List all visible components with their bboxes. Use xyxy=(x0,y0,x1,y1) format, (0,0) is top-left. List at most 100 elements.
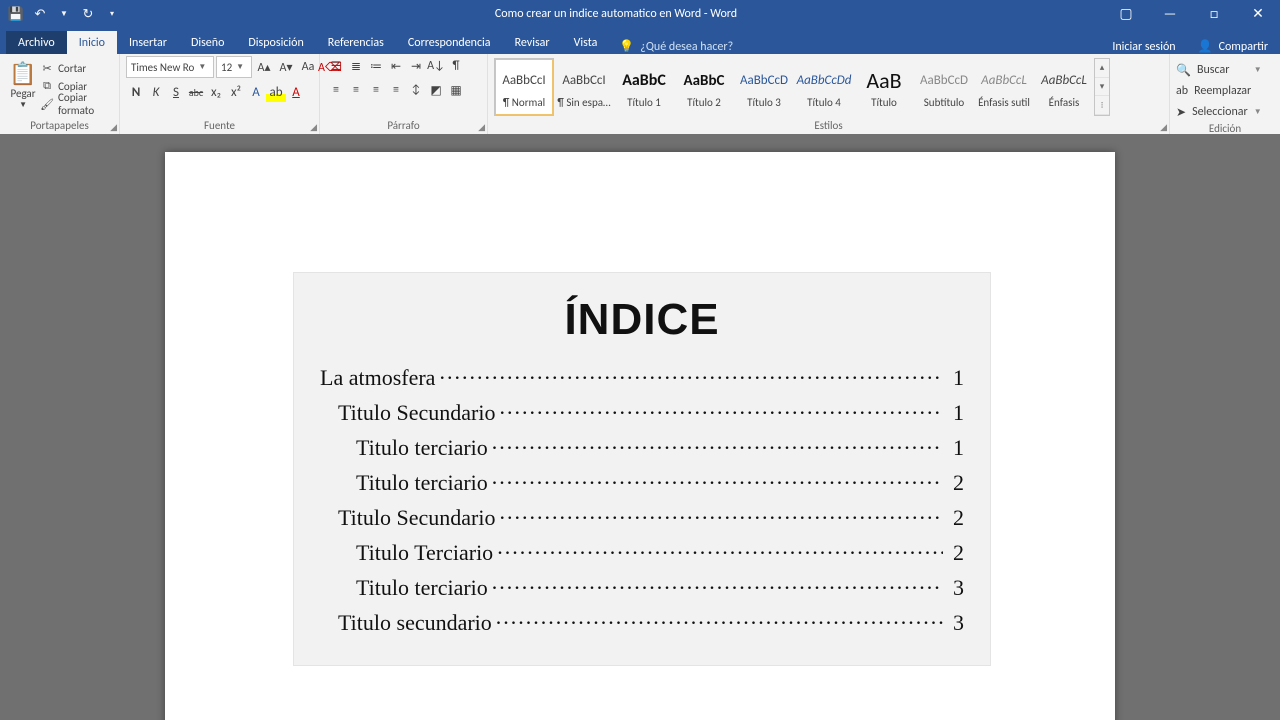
sort-button[interactable]: A↓ xyxy=(426,56,446,76)
style--nfasis[interactable]: AaBbCcLÉnfasis xyxy=(1034,58,1094,116)
italic-button[interactable]: K xyxy=(146,82,166,102)
toc-leader xyxy=(492,437,943,455)
style-label: ¶ Normal xyxy=(503,96,545,109)
superscript-button[interactable]: x² xyxy=(226,82,246,102)
justify-button[interactable]: ≡ xyxy=(386,80,406,100)
toc-entry[interactable]: Titulo terciario 3 xyxy=(320,575,964,601)
font-name-combo[interactable]: Times New Ro▼ xyxy=(126,56,214,78)
align-left-button[interactable]: ≡ xyxy=(326,80,346,100)
toc-entry[interactable]: Titulo Terciario2 xyxy=(320,540,964,566)
tab-insertar[interactable]: Insertar xyxy=(117,31,179,54)
toc-entry-text: Titulo Secundario xyxy=(338,505,495,531)
maximize-button[interactable]: □ xyxy=(1192,0,1236,28)
styles-dialog-launcher[interactable]: ◢ xyxy=(1160,122,1167,133)
multilevel-button[interactable]: ≔ xyxy=(366,56,386,76)
toc-entry-page: 3 xyxy=(947,575,964,601)
styles-more-button[interactable]: ▴▾⁝ xyxy=(1094,58,1110,116)
tab-diseño[interactable]: Diseño xyxy=(179,31,236,54)
qat-customize-icon[interactable]: ▾ xyxy=(104,6,120,22)
paste-button[interactable]: 📋 Pegar ▼ xyxy=(6,56,40,110)
style--normal[interactable]: AaBbCcI¶ Normal xyxy=(494,58,554,116)
line-spacing-button[interactable]: ↕ xyxy=(406,80,426,100)
toc-entry-page: 1 xyxy=(947,365,964,391)
scissors-icon: ✂ xyxy=(40,62,54,75)
toc-entry-text: Titulo terciario xyxy=(356,575,488,601)
font-dialog-launcher[interactable]: ◢ xyxy=(310,122,317,133)
find-button[interactable]: 🔍Buscar▼ xyxy=(1176,61,1262,79)
bullets-button[interactable]: ☰ xyxy=(326,56,346,76)
toc-field[interactable]: ÍNDICE La atmosfera1Titulo Secundario1Ti… xyxy=(293,272,991,666)
style-t-tulo[interactable]: AaBTítulo xyxy=(854,58,914,116)
save-icon[interactable]: 💾 xyxy=(8,6,24,22)
lightbulb-icon: 💡 xyxy=(619,39,634,54)
tab-disposición[interactable]: Disposición xyxy=(236,31,315,54)
style-label: ¶ Sin espa… xyxy=(557,96,610,109)
styles-gallery[interactable]: AaBbCcI¶ NormalAaBbCcI¶ Sin espa…AaBbCTí… xyxy=(494,56,1094,116)
shading-button[interactable]: ◩ xyxy=(426,80,446,100)
format-painter-button[interactable]: 🖌Copiar formato xyxy=(40,96,113,112)
decrease-indent-button[interactable]: ⇤ xyxy=(386,56,406,76)
tab-file[interactable]: Archivo xyxy=(6,31,67,54)
paragraph-dialog-launcher[interactable]: ◢ xyxy=(478,122,485,133)
strike-button[interactable]: abc xyxy=(186,82,206,102)
font-size-combo[interactable]: 12▼ xyxy=(216,56,252,78)
subscript-button[interactable]: x₂ xyxy=(206,82,226,102)
style--sin-espa-[interactable]: AaBbCcI¶ Sin espa… xyxy=(554,58,614,116)
align-right-button[interactable]: ≡ xyxy=(366,80,386,100)
toc-entry[interactable]: Titulo terciario2 xyxy=(320,470,964,496)
style--nfasis-sutil[interactable]: AaBbCcLÉnfasis sutil xyxy=(974,58,1034,116)
clipboard-dialog-launcher[interactable]: ◢ xyxy=(110,122,117,133)
share-button[interactable]: 👤 Compartir xyxy=(1186,39,1280,54)
font-color-button[interactable]: A xyxy=(286,82,306,102)
borders-button[interactable]: ▦ xyxy=(446,80,466,100)
text-effects-button[interactable]: A xyxy=(246,82,266,102)
tell-me-search[interactable]: 💡 ¿Qué desea hacer? xyxy=(609,39,743,54)
shrink-font-button[interactable]: A▾ xyxy=(276,57,296,77)
change-case-button[interactable]: Aa xyxy=(298,57,318,77)
cursor-icon: ➤ xyxy=(1176,105,1186,120)
tab-vista[interactable]: Vista xyxy=(562,31,610,54)
select-button[interactable]: ➤Seleccionar▼ xyxy=(1176,103,1262,121)
group-editing: 🔍Buscar▼ abReemplazar ➤Seleccionar▼ Edic… xyxy=(1170,54,1280,134)
numbering-button[interactable]: ≣ xyxy=(346,56,366,76)
bold-button[interactable]: N xyxy=(126,82,146,102)
replace-icon: ab xyxy=(1176,84,1188,98)
show-marks-button[interactable]: ¶ xyxy=(446,56,466,76)
style-label: Énfasis xyxy=(1049,96,1080,109)
style-t-tulo-1[interactable]: AaBbCTítulo 1 xyxy=(614,58,674,116)
page[interactable]: ÍNDICE La atmosfera1Titulo Secundario1Ti… xyxy=(165,152,1115,720)
redo-icon[interactable]: ↻ xyxy=(80,6,96,22)
document-area[interactable]: ÍNDICE La atmosfera1Titulo Secundario1Ti… xyxy=(0,134,1280,720)
style-t-tulo-4[interactable]: AaBbCcDdTítulo 4 xyxy=(794,58,854,116)
minimize-button[interactable]: — xyxy=(1148,0,1192,28)
underline-button[interactable]: S xyxy=(166,82,186,102)
align-center-button[interactable]: ≡ xyxy=(346,80,366,100)
cut-button[interactable]: ✂Cortar xyxy=(40,60,113,76)
tab-correspondencia[interactable]: Correspondencia xyxy=(396,31,503,54)
find-label: Buscar xyxy=(1197,63,1229,77)
toc-entry[interactable]: Titulo secundario3 xyxy=(320,610,964,636)
style-label: Subtítulo xyxy=(924,96,964,109)
group-paragraph: ☰ ≣ ≔ ⇤ ⇥ A↓ ¶ ≡ ≡ ≡ ≡ ↕ ◩ ▦ Párrafo ◢ xyxy=(320,54,488,134)
toc-entry[interactable]: La atmosfera1 xyxy=(320,365,964,391)
toc-entry[interactable]: Titulo terciario1 xyxy=(320,435,964,461)
ribbon-display-icon[interactable]: ▢ xyxy=(1104,0,1148,28)
tab-referencias[interactable]: Referencias xyxy=(316,31,396,54)
sign-in-link[interactable]: Iniciar sesión xyxy=(1102,40,1185,54)
grow-font-button[interactable]: A▴ xyxy=(254,57,274,77)
close-button[interactable]: ✕ xyxy=(1236,0,1280,28)
style-subt-tulo[interactable]: AaBbCcDSubtítulo xyxy=(914,58,974,116)
toc-entry-page: 1 xyxy=(947,400,964,426)
undo-dropdown-icon[interactable]: ▼ xyxy=(56,6,72,22)
style-t-tulo-2[interactable]: AaBbCTítulo 2 xyxy=(674,58,734,116)
style-label: Énfasis sutil xyxy=(978,96,1030,109)
tab-inicio[interactable]: Inicio xyxy=(67,31,117,54)
replace-button[interactable]: abReemplazar xyxy=(1176,82,1262,100)
highlight-button[interactable]: ab xyxy=(266,82,286,102)
undo-icon[interactable]: ↶ xyxy=(32,6,48,22)
increase-indent-button[interactable]: ⇥ xyxy=(406,56,426,76)
toc-entry[interactable]: Titulo Secundario2 xyxy=(320,505,964,531)
toc-entry[interactable]: Titulo Secundario1 xyxy=(320,400,964,426)
tab-revisar[interactable]: Revisar xyxy=(503,31,562,54)
style-t-tulo-3[interactable]: AaBbCcDTítulo 3 xyxy=(734,58,794,116)
